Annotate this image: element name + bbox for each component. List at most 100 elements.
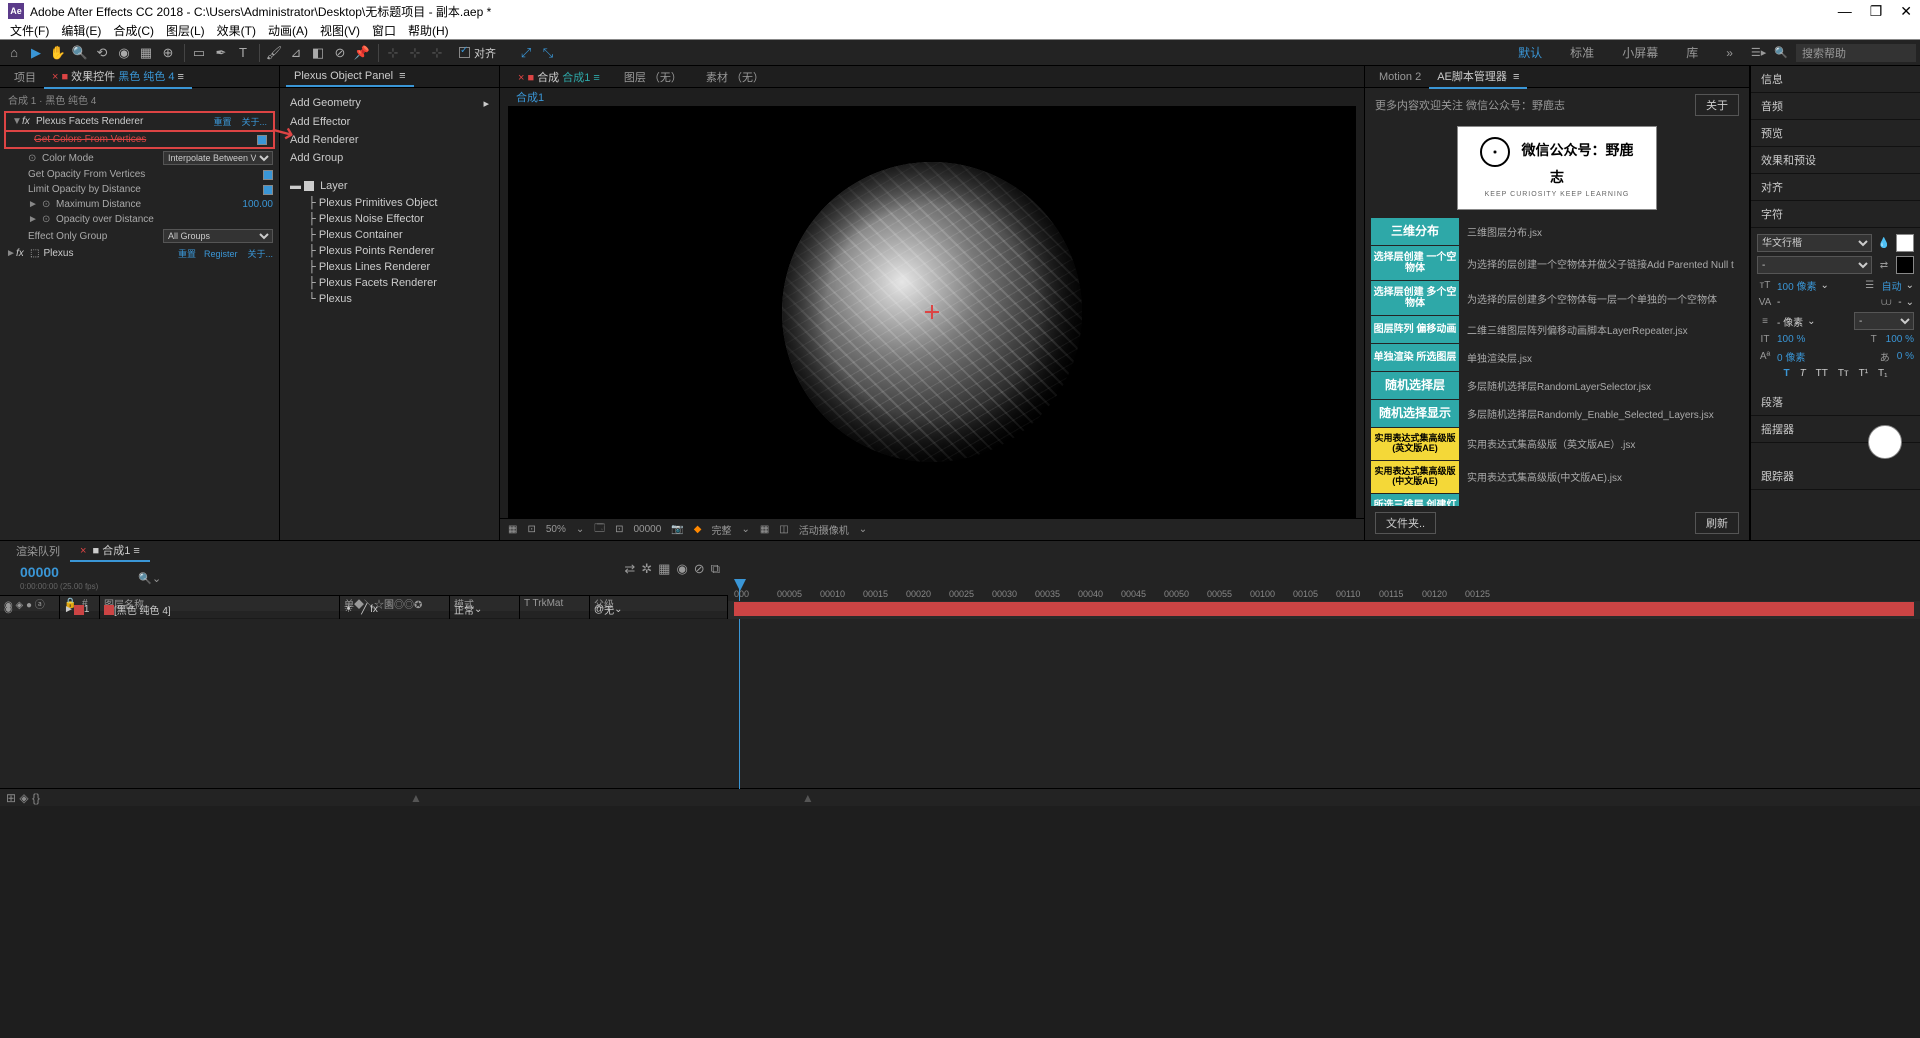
script-list[interactable]: 三维分布三维图层分布.jsx选择层创建 一个空物体为选择的层创建一个空物体并做父… — [1365, 218, 1749, 506]
smallcaps-button[interactable]: Tт — [1838, 368, 1849, 379]
panel-paragraph[interactable]: 段落 — [1751, 389, 1920, 416]
menu-effect[interactable]: 效果(T) — [211, 22, 262, 39]
script-row[interactable]: 选择层创建 一个空物体为选择的层创建一个空物体并做父子链接Add Parente… — [1371, 246, 1743, 280]
panel-wiggler[interactable]: 摇摆器 — [1751, 416, 1920, 443]
sync-icon[interactable]: ☰▸ — [1751, 46, 1766, 59]
home-icon[interactable]: ⌂ — [4, 43, 24, 63]
subtab-comp1[interactable]: 合成1 — [506, 87, 554, 107]
tree-layer[interactable]: ▬ Layer — [280, 177, 499, 195]
stroke-order-select[interactable]: - — [1854, 312, 1914, 330]
time-ruler[interactable]: 0000000500010000150002000025000300003500… — [728, 561, 1920, 601]
tl-icon[interactable]: ⊘ — [694, 561, 705, 595]
panel-align[interactable]: 对齐 — [1751, 174, 1920, 201]
tab-render-queue[interactable]: 渲染队列 — [6, 541, 70, 561]
eyedropper-icon[interactable]: 💧 — [1876, 238, 1892, 249]
tree-item[interactable]: ├ Plexus Points Renderer — [280, 243, 499, 259]
tab-layer-none[interactable]: 图层 （无） — [612, 66, 694, 88]
parent-pickwhip[interactable]: @ — [594, 604, 604, 615]
script-row[interactable]: 随机选择层多层随机选择层RandomLayerSelector.jsx — [1371, 372, 1743, 399]
effect-only-select[interactable]: All Groups — [163, 229, 273, 243]
resize-grip[interactable]: ▲ — [802, 791, 814, 805]
view-icon[interactable]: ▦ — [760, 524, 769, 535]
subscript-button[interactable]: T₁ — [1878, 368, 1887, 379]
tree-item[interactable]: ├ Plexus Lines Renderer — [280, 259, 499, 275]
color-mode-select[interactable]: Interpolate Between Verti — [163, 151, 273, 165]
camera-tool[interactable]: ▦ — [136, 43, 156, 63]
panel-effects-presets[interactable]: 效果和预设 — [1751, 147, 1920, 174]
italic-button[interactable]: T — [1800, 368, 1806, 379]
font-size-value[interactable]: 100 像素 — [1777, 278, 1816, 293]
visibility-toggle[interactable]: ◉ — [4, 604, 13, 615]
folder-button[interactable]: 文件夹.. — [1375, 512, 1436, 534]
current-timecode[interactable]: 00000 — [20, 564, 59, 580]
eraser-tool[interactable]: ◧ — [308, 43, 328, 63]
tl-icon[interactable]: ▦ — [658, 561, 670, 595]
reset-link[interactable]: 重置 — [178, 247, 196, 260]
workspace-library[interactable]: 库 — [1676, 42, 1708, 63]
tab-comp1[interactable]: × ■ 合成1 ≡ — [70, 540, 150, 562]
anchor-point-icon[interactable] — [925, 305, 939, 319]
register-link[interactable]: Register — [204, 249, 238, 259]
quality-dropdown[interactable]: 完整 — [711, 522, 731, 537]
expand-toggle[interactable]: ► — [64, 604, 74, 615]
menu-help[interactable]: 帮助(H) — [402, 22, 455, 39]
panel-preview[interactable]: 预览 — [1751, 120, 1920, 147]
font-family-select[interactable]: 华文行楷 — [1757, 234, 1872, 252]
view-axis-icon[interactable]: ⊹ — [427, 43, 447, 63]
tl-icon[interactable]: ◉ — [676, 561, 687, 595]
tsume-value[interactable]: 0 % — [1897, 351, 1914, 362]
script-tag[interactable]: 实用表达式集高级版 (英文版AE) — [1371, 428, 1459, 460]
rotate-tool[interactable]: ◉ — [114, 43, 134, 63]
tab-footage-none[interactable]: 素材 （无） — [694, 66, 776, 88]
refresh-button[interactable]: 刷新 — [1695, 512, 1739, 534]
layer-color-swatch[interactable] — [74, 605, 84, 615]
composition-viewport[interactable] — [508, 106, 1356, 518]
stroke-value[interactable]: - 像素 — [1777, 314, 1803, 329]
tl-icon[interactable]: ⇄ — [624, 561, 635, 595]
resize-grip[interactable]: ▲ — [410, 791, 422, 805]
pan-behind-tool[interactable]: ⊕ — [158, 43, 178, 63]
reset-link[interactable]: 重置 — [213, 115, 231, 128]
time-display[interactable]: 00000 — [633, 524, 661, 535]
about-link[interactable]: 关于... — [241, 115, 267, 128]
tl-icon[interactable]: ✲ — [641, 561, 652, 595]
add-geometry[interactable]: Add Geometry ▸ — [280, 94, 499, 113]
menu-animation[interactable]: 动画(A) — [262, 22, 314, 39]
leading-value[interactable]: 自动 — [1882, 278, 1902, 293]
superscript-button[interactable]: T¹ — [1859, 368, 1868, 379]
bold-button[interactable]: T — [1783, 368, 1789, 379]
tree-item[interactable]: ├ Plexus Primitives Object — [280, 195, 499, 211]
tree-item[interactable]: ├ Plexus Container — [280, 227, 499, 243]
allcaps-button[interactable]: TT — [1816, 368, 1828, 379]
script-row[interactable]: 所选三维层 创建灯光对选定的三维层创建灯光Light_for_Selected_… — [1371, 494, 1743, 506]
prop-get-colors[interactable]: Get Colors From Vertices — [34, 134, 257, 145]
script-tag[interactable]: 随机选择显示 — [1371, 400, 1459, 427]
hand-tool[interactable]: ✋ — [48, 43, 68, 63]
roto-tool[interactable]: ⊘ — [330, 43, 350, 63]
tree-item[interactable]: └ Plexus — [280, 291, 499, 307]
orbit-tool[interactable]: ⟲ — [92, 43, 112, 63]
tab-composition[interactable]: × ■ 合成 合成1 ≡ — [506, 66, 612, 88]
script-tag[interactable]: 选择层创建 一个空物体 — [1371, 246, 1459, 280]
workspace-standard[interactable]: 标准 — [1560, 42, 1604, 63]
stroke-color-swatch[interactable] — [1896, 256, 1914, 274]
puppet-tool[interactable]: 📌 — [352, 43, 372, 63]
search-help-input[interactable]: 搜索帮助 — [1796, 44, 1916, 62]
blend-mode-select[interactable]: 正常 — [454, 602, 474, 617]
tracking-value[interactable]: - — [1898, 297, 1901, 308]
script-row[interactable]: 随机选择显示多层随机选择层Randomly_Enable_Selected_La… — [1371, 400, 1743, 427]
clone-tool[interactable]: ⊿ — [286, 43, 306, 63]
fx-plexus[interactable]: ►fx⬚ Plexus 重置 Register 关于... — [0, 245, 279, 262]
menu-composition[interactable]: 合成(C) — [107, 22, 160, 39]
script-row[interactable]: 三维分布三维图层分布.jsx — [1371, 218, 1743, 245]
layer-bar-track[interactable] — [728, 601, 1920, 619]
script-row[interactable]: 单独渲染 所选图层单独渲染层.jsx — [1371, 344, 1743, 371]
script-tag[interactable]: 随机选择层 — [1371, 372, 1459, 399]
script-tag[interactable]: 所选三维层 创建灯光 — [1371, 494, 1459, 506]
alpha-icon[interactable]: ▦ — [508, 524, 517, 535]
layer-name[interactable]: [黑色 纯色 4] — [114, 602, 171, 617]
tab-motion2[interactable]: Motion 2 — [1371, 68, 1429, 86]
workspace-small[interactable]: 小屏幕 — [1612, 42, 1668, 63]
panel-audio[interactable]: 音频 — [1751, 93, 1920, 120]
zoom-dropdown[interactable]: 50% — [546, 524, 566, 535]
